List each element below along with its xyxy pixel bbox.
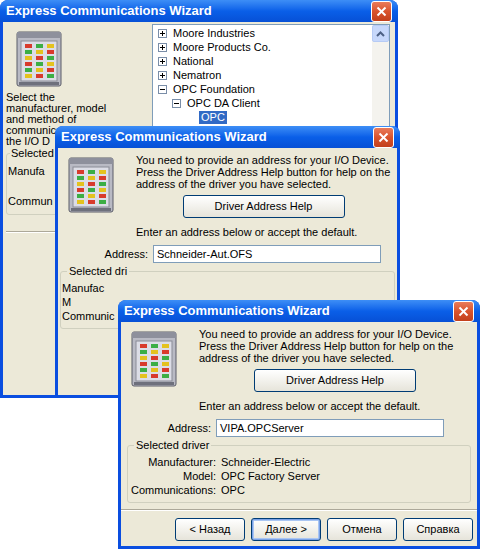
intro-line: and method of xyxy=(6,114,145,125)
field-label: Model: xyxy=(128,469,216,483)
message-text: You need to provide an address for your … xyxy=(136,154,391,190)
close-button[interactable] xyxy=(453,301,474,322)
address-label: Address: xyxy=(58,248,153,261)
selected-driver-group: Selected driverManufacturer:Schneider-El… xyxy=(127,445,471,503)
tree-item[interactable]: OPC Foundation xyxy=(153,82,372,96)
title-bar[interactable]: Express Communications Wizard xyxy=(55,126,400,148)
address-label: Address: xyxy=(121,422,216,435)
desktop: Express Communications Wizard Select them… xyxy=(0,0,480,549)
message-column: You need to provide an address for your … xyxy=(199,328,471,413)
field-value: Schneider-Electric xyxy=(216,455,310,469)
device-cabinet-icon xyxy=(130,330,178,388)
expander-icon[interactable] xyxy=(158,29,167,38)
intro-line: manufacturer, model xyxy=(6,103,145,114)
tree-label: Moore Industries xyxy=(171,27,257,40)
driver-address-help-button[interactable]: Driver Address Help xyxy=(254,369,416,392)
tree-item[interactable]: OPC xyxy=(153,110,372,124)
title-bar[interactable]: Express Communications Wizard xyxy=(118,300,480,322)
tree-label: Moore Products Co. xyxy=(171,41,273,54)
field-label: Communications: xyxy=(128,483,216,497)
address-layout: You need to provide an address for your … xyxy=(121,322,477,541)
close-icon xyxy=(458,306,469,317)
field-label: Manufacturer: xyxy=(128,455,216,469)
tree-item[interactable]: Nematron xyxy=(153,68,372,82)
tree-label: OPC Foundation xyxy=(171,83,257,96)
wizard-button[interactable]: Отмена xyxy=(327,518,397,541)
expander-icon[interactable] xyxy=(158,57,167,66)
tree-item[interactable]: Moore Products Co. xyxy=(153,40,372,54)
message-text: You need to provide an address for your … xyxy=(199,328,471,364)
expander-icon[interactable] xyxy=(172,99,181,108)
group-legend: Selected dri xyxy=(67,265,129,278)
close-icon xyxy=(378,132,389,143)
expander-icon[interactable] xyxy=(158,85,167,94)
window-title: Express Communications Wizard xyxy=(6,3,212,19)
device-cabinet-icon xyxy=(67,156,115,214)
window-title: Express Communications Wizard xyxy=(124,303,330,319)
header-row: You need to provide an address for your … xyxy=(121,322,477,413)
tree-label: OPC xyxy=(199,111,227,124)
window-body: You need to provide an address for your … xyxy=(121,322,477,546)
device-cabinet-icon xyxy=(15,30,63,88)
address-row: Address:VIPA.OPCServer xyxy=(121,419,477,437)
close-button[interactable] xyxy=(373,127,394,148)
close-icon xyxy=(376,6,387,17)
tree-item[interactable]: Moore Industries xyxy=(153,26,372,40)
prompt-text: Enter an address below or accept the def… xyxy=(136,226,391,239)
close-button[interactable] xyxy=(371,1,392,22)
wizard-button[interactable]: < Назад xyxy=(175,518,245,541)
driver-field: Manufacturer:Schneider-Electric xyxy=(128,455,470,469)
driver-field: Communications:OPC xyxy=(128,483,470,497)
driver-address-help-button[interactable]: Driver Address Help xyxy=(183,195,345,218)
button-row: < Назад Далее > Отмена Справка xyxy=(121,518,477,541)
scroll-up-button[interactable] xyxy=(372,25,389,42)
driver-field: Model:OPC Factory Server xyxy=(128,469,470,483)
expander-icon[interactable] xyxy=(158,43,167,52)
address-field[interactable]: VIPA.OPCServer xyxy=(216,419,444,437)
address-field[interactable]: Schneider-Aut.OFS xyxy=(153,245,381,263)
tree-label: OPC DA Client xyxy=(185,97,262,110)
tree-label: Nematron xyxy=(171,69,223,82)
tree-item[interactable]: National xyxy=(153,54,372,68)
address-row: Address:Schneider-Aut.OFS xyxy=(58,245,397,263)
header-row: You need to provide an address for your … xyxy=(58,148,397,239)
message-column: You need to provide an address for your … xyxy=(136,154,391,239)
wizard-button[interactable]: Справка xyxy=(403,518,473,541)
expander-icon[interactable] xyxy=(158,71,167,80)
address-window-front: Express Communications Wizard You need to… xyxy=(118,300,480,549)
prompt-text: Enter an address below or accept the def… xyxy=(199,400,471,413)
tree-label: National xyxy=(171,55,215,68)
tree-item[interactable]: OPC DA Client xyxy=(153,96,372,110)
separator xyxy=(121,509,477,511)
arrow-up-icon xyxy=(376,31,385,37)
title-bar[interactable]: Express Communications Wizard xyxy=(0,0,398,22)
field-value: OPC xyxy=(216,483,245,497)
window-title: Express Communications Wizard xyxy=(61,129,267,145)
group-legend: Selected xyxy=(10,147,55,160)
wizard-button[interactable]: Далее > xyxy=(251,518,321,541)
field-value: OPC Factory Server xyxy=(216,469,320,483)
intro-line: Select the xyxy=(6,92,145,103)
field-label: Manufac xyxy=(61,281,394,295)
group-legend: Selected driver xyxy=(134,439,211,452)
